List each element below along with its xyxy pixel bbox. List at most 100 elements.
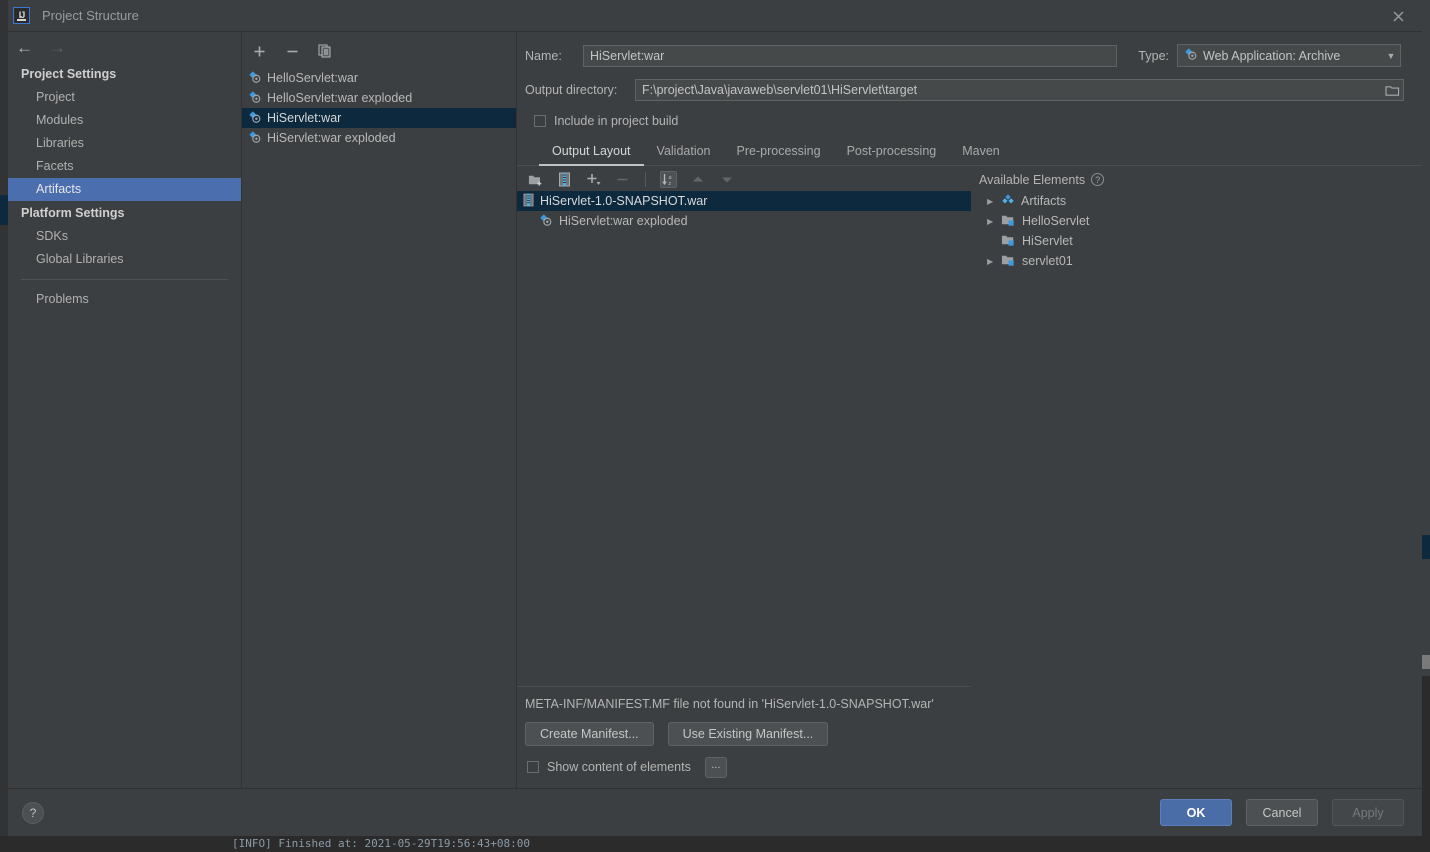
tab-output-layout[interactable]: Output Layout	[539, 142, 644, 166]
artifact-item-helloservlet-war[interactable]: HelloServlet:war	[242, 68, 516, 88]
type-label: Type:	[1138, 48, 1169, 63]
include-in-build-checkbox[interactable]	[534, 115, 546, 127]
tab-maven[interactable]: Maven	[949, 142, 1013, 166]
module-icon	[1001, 213, 1016, 230]
sidebar-item-project[interactable]: Project	[8, 86, 241, 109]
available-element-helloservlet[interactable]: ▶ HelloServlet	[979, 211, 1422, 231]
artifact-item-label: HiServlet:war	[267, 111, 342, 125]
settings-sidebar: ← → Project Settings Project Modules Lib…	[8, 32, 242, 788]
output-directory-field	[635, 79, 1404, 101]
available-element-label: Artifacts	[1021, 194, 1067, 208]
ide-right-scrollbar-thumb[interactable]	[1422, 655, 1430, 669]
create-manifest-button[interactable]: Create Manifest...	[525, 722, 654, 746]
copy-artifact-button[interactable]	[317, 43, 333, 59]
sidebar-item-global-libraries[interactable]: Global Libraries	[8, 248, 241, 271]
sidebar-item-libraries[interactable]: Libraries	[8, 132, 241, 155]
artifact-item-label: HiServlet:war exploded	[267, 131, 396, 145]
toolbar-divider	[645, 172, 646, 187]
artifact-list: HelloServlet:war HelloServlet:war explod…	[242, 68, 516, 148]
output-directory-label: Output directory:	[525, 83, 618, 97]
artifact-item-hiservlet-war[interactable]: HiServlet:war	[242, 108, 516, 128]
layout-tree-row-exploded[interactable]: HiServlet:war exploded	[517, 211, 971, 231]
sidebar-item-modules[interactable]: Modules	[8, 109, 241, 132]
remove-artifact-button[interactable]	[284, 43, 300, 59]
dialog-titlebar: IJ Project Structure	[8, 0, 1422, 31]
archive-icon	[523, 193, 534, 210]
artifact-name-input[interactable]	[583, 44, 1117, 67]
include-in-build-label[interactable]: Include in project build	[554, 114, 678, 128]
sidebar-divider	[21, 279, 228, 280]
available-element-servlet01[interactable]: ▶ servlet01	[979, 251, 1422, 271]
add-directory-button[interactable]	[527, 171, 544, 188]
help-icon[interactable]: ?	[22, 801, 44, 824]
use-existing-manifest-button[interactable]: Use Existing Manifest...	[667, 722, 829, 746]
ide-left-edge-panel	[0, 638, 8, 686]
cancel-button[interactable]: Cancel	[1246, 799, 1318, 826]
console-log-line: [INFO] Finished at: 2021-05-29T19:56:43+…	[232, 837, 531, 850]
sidebar-group-project-settings: Project Settings	[21, 67, 117, 81]
artifact-type-dropdown[interactable]: Web Application: Archive ▼	[1177, 44, 1401, 67]
artifact-item-helloservlet-war-exploded[interactable]: HelloServlet:war exploded	[242, 88, 516, 108]
tab-validation[interactable]: Validation	[644, 142, 724, 166]
detail-tabs: Output Layout Validation Pre-processing …	[517, 142, 1422, 166]
show-content-checkbox[interactable]	[527, 761, 539, 773]
ide-right-edge-highlight	[1422, 535, 1430, 559]
sidebar-item-artifacts[interactable]: Artifacts	[8, 178, 241, 201]
output-directory-input[interactable]	[636, 80, 1381, 100]
available-element-artifacts[interactable]: ▶ Artifacts	[979, 191, 1422, 211]
tab-pre-processing[interactable]: Pre-processing	[724, 142, 834, 166]
ide-console-strip: [INFO] Finished at: 2021-05-29T19:56:43+…	[0, 836, 1430, 852]
remove-element-button	[614, 171, 631, 188]
chevron-up-icon	[689, 171, 706, 188]
layout-tree-row-label: HiServlet:war exploded	[559, 214, 688, 228]
expand-triangle-icon[interactable]: ▶	[987, 197, 1001, 206]
available-elements-pane: Available Elements ? ▶ Artifacts ▶ Hello…	[971, 166, 1422, 746]
artifact-type-value: Web Application: Archive	[1203, 48, 1341, 63]
help-icon[interactable]: ?	[1091, 173, 1105, 186]
ok-button[interactable]: OK	[1160, 799, 1232, 826]
sidebar-nav-arrows: ← →	[8, 32, 241, 62]
dialog-footer: ? OK Cancel Apply	[8, 788, 1422, 836]
expand-triangle-icon[interactable]: ▶	[987, 257, 1001, 266]
output-layout-pane: a z HiServlet-1.0-SNAPSHOT.war HiServlet…	[517, 166, 971, 746]
apply-button: Apply	[1332, 799, 1404, 826]
available-elements-title: Available Elements	[979, 172, 1086, 187]
add-artifact-button[interactable]	[251, 43, 267, 59]
artifact-item-label: HelloServlet:war exploded	[267, 91, 413, 105]
layout-split: a z HiServlet-1.0-SNAPSHOT.war HiServlet…	[517, 166, 1422, 746]
add-archive-button[interactable]	[556, 171, 573, 188]
sort-az-icon[interactable]: a z	[660, 171, 677, 188]
available-elements-header: Available Elements ?	[979, 166, 1422, 191]
module-icon	[1001, 253, 1016, 270]
available-element-label: HelloServlet	[1022, 214, 1090, 228]
forward-arrow-icon: →	[49, 37, 66, 57]
available-element-label: servlet01	[1022, 254, 1073, 268]
add-element-button[interactable]	[585, 171, 602, 188]
artifact-type-icon	[1184, 47, 1198, 64]
close-icon[interactable]	[1388, 6, 1408, 26]
artifacts-icon	[1001, 193, 1015, 210]
project-structure-dialog: IJ Project Structure ← → Project Setting…	[8, 0, 1422, 836]
expand-triangle-icon[interactable]: ▶	[987, 217, 1001, 226]
show-content-label[interactable]: Show content of elements	[547, 760, 691, 774]
sidebar-item-problems[interactable]: Problems	[8, 288, 241, 311]
browse-folder-icon[interactable]	[1381, 80, 1403, 100]
show-content-options-button[interactable]: ...	[704, 756, 727, 778]
back-arrow-icon[interactable]: ←	[16, 39, 33, 56]
ide-left-edge-highlight	[0, 195, 8, 225]
artifact-list-toolbar	[242, 32, 516, 62]
output-layout-tree: HiServlet-1.0-SNAPSHOT.war HiServlet:war…	[517, 191, 971, 687]
svg-text:z: z	[669, 181, 672, 187]
artifact-item-hiservlet-war-exploded[interactable]: HiServlet:war exploded	[242, 128, 516, 148]
available-element-hiservlet[interactable]: HiServlet	[979, 231, 1422, 251]
output-directory-row: Output directory:	[517, 79, 1422, 101]
ide-right-edge-console	[1422, 676, 1430, 836]
sidebar-item-facets[interactable]: Facets	[8, 155, 241, 178]
artifact-icon	[539, 213, 553, 230]
ide-left-edge-strip	[0, 0, 8, 836]
layout-tree-row-war[interactable]: HiServlet-1.0-SNAPSHOT.war	[517, 191, 971, 211]
tab-post-processing[interactable]: Post-processing	[834, 142, 950, 166]
chevron-down-icon	[718, 171, 735, 188]
dialog-body: ← → Project Settings Project Modules Lib…	[8, 31, 1422, 788]
sidebar-item-sdks[interactable]: SDKs	[8, 225, 241, 248]
